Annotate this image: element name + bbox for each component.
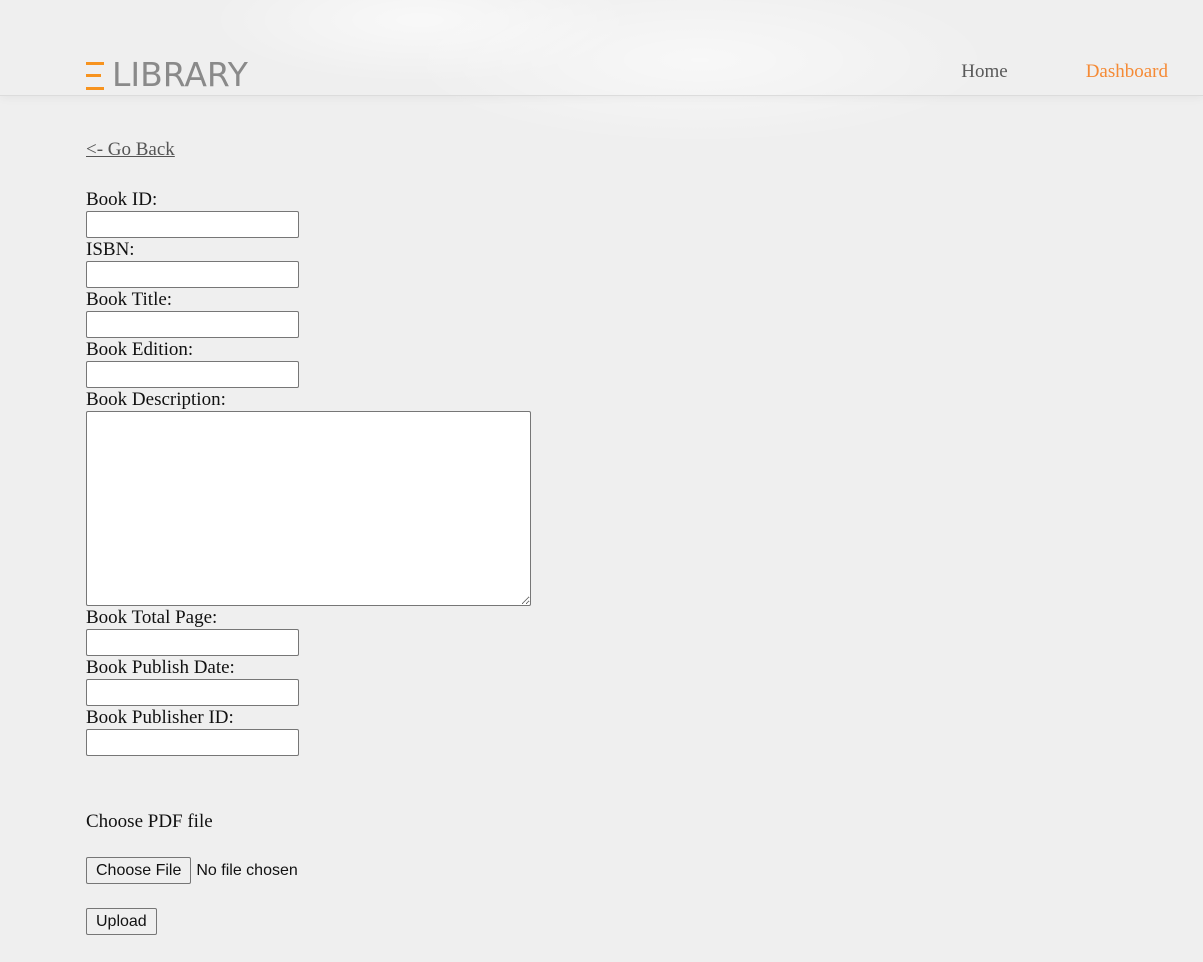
book-publisher-id-label: Book Publisher ID: <box>86 707 234 728</box>
book-title-input[interactable] <box>86 311 299 338</box>
book-description-textarea[interactable] <box>86 411 531 606</box>
book-id-input[interactable] <box>86 211 299 238</box>
book-edition-label: Book Edition: <box>86 339 194 360</box>
menu-bars-icon <box>86 60 104 90</box>
file-picker: Choose File No file chosen <box>86 857 298 884</box>
main-nav: Home Dashboard <box>961 61 1168 83</box>
book-edition-input[interactable] <box>86 361 299 388</box>
choose-pdf-label: Choose PDF file <box>86 811 213 832</box>
book-publish-date-input[interactable] <box>86 679 299 706</box>
nav-dashboard-link[interactable]: Dashboard <box>1086 61 1168 83</box>
upload-button[interactable]: Upload <box>86 908 157 935</box>
logo-text: LIBRARY <box>112 55 248 94</box>
file-status-text: No file chosen <box>196 861 298 879</box>
book-form: Book ID: ISBN: Book Title: Book Edition:… <box>86 189 686 757</box>
book-id-label: Book ID: <box>86 189 158 210</box>
book-title-label: Book Title: <box>86 289 173 310</box>
book-description-label: Book Description: <box>86 389 226 410</box>
book-total-page-input[interactable] <box>86 629 299 656</box>
choose-file-button[interactable]: Choose File <box>86 857 192 884</box>
nav-home-link[interactable]: Home <box>961 61 1007 83</box>
isbn-input[interactable] <box>86 261 299 288</box>
site-header: LIBRARY Home Dashboard <box>0 0 1203 96</box>
book-total-page-label: Book Total Page: <box>86 607 218 628</box>
go-back-link[interactable]: <- Go Back <box>86 139 175 161</box>
logo[interactable]: LIBRARY <box>86 58 248 92</box>
isbn-label: ISBN: <box>86 239 135 260</box>
book-publisher-id-input[interactable] <box>86 729 299 756</box>
book-publish-date-label: Book Publish Date: <box>86 657 235 678</box>
